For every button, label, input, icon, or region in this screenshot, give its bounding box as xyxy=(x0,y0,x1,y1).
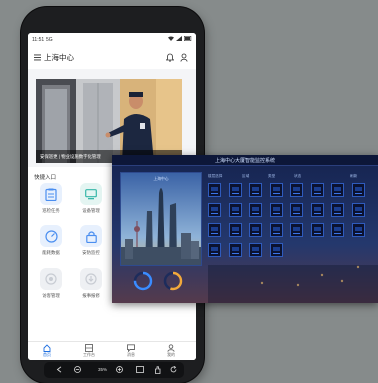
device-icon xyxy=(80,183,102,205)
gauge-chart-2 xyxy=(163,271,183,291)
device-monitor-tile[interactable] xyxy=(249,223,262,237)
device-monitor-tile[interactable] xyxy=(208,183,221,197)
device-monitor-tile[interactable] xyxy=(269,203,283,217)
device-monitor-tile[interactable] xyxy=(351,223,365,237)
system-nav-bar: 35% xyxy=(44,362,184,378)
app-header: 上海中心 xyxy=(28,47,196,69)
tile-security-monitoring[interactable]: 安防监控 xyxy=(76,225,106,256)
device-monitor-tile[interactable] xyxy=(228,243,242,257)
nav-workbench[interactable]: 工作台 xyxy=(74,344,104,358)
dashboard-title: 上海中心大厦智能监控系统 xyxy=(214,158,275,164)
device-monitor-tile[interactable] xyxy=(228,203,242,217)
status-time: 11:51 xyxy=(32,37,45,43)
tile-label: 访客管理 xyxy=(42,293,60,298)
skyline-image xyxy=(121,173,201,265)
screen-icon[interactable] xyxy=(136,366,144,373)
nav-home[interactable]: 首页 xyxy=(32,344,62,358)
nav-label: 首页 xyxy=(43,352,51,357)
device-monitor-tile[interactable] xyxy=(249,183,262,197)
tile-label: 安防监控 xyxy=(82,250,100,255)
tile-label: 能耗数据 xyxy=(42,250,60,255)
device-monitor-tile[interactable] xyxy=(228,183,242,197)
tile-device-management[interactable]: 设备管理 xyxy=(76,183,106,214)
back-icon[interactable] xyxy=(56,366,63,373)
filter-floor[interactable]: 楼层选择 xyxy=(208,174,222,179)
signal-icon xyxy=(176,36,182,41)
person-icon xyxy=(167,344,175,352)
plus-icon[interactable] xyxy=(116,366,123,373)
monitoring-dashboard: 上海中心大厦智能监控系统 上海中心 楼层选择 区域 类型 状态 刷新 xyxy=(112,155,378,303)
hero-caption: 安保巡更 | 物业设施数字化管理 xyxy=(40,154,101,159)
device-monitor-tile[interactable] xyxy=(310,203,324,217)
status-bar: 11:51 5G xyxy=(28,33,196,47)
bell-icon[interactable] xyxy=(166,53,174,62)
building-panel[interactable]: 上海中心 xyxy=(120,172,202,266)
visitor-icon xyxy=(40,268,62,290)
dashboard-header: 上海中心大厦智能监控系统 xyxy=(112,155,378,166)
device-monitor-tile[interactable] xyxy=(331,183,344,197)
device-monitor-tile[interactable] xyxy=(208,223,221,237)
grid-icon xyxy=(85,344,93,352)
tile-inspection-tasks[interactable]: 巡检任务 xyxy=(36,183,66,214)
filter-area[interactable]: 区域 xyxy=(242,174,249,179)
hero-banner[interactable]: 安保巡更 | 物业设施数字化管理 xyxy=(36,79,182,163)
hand-icon[interactable] xyxy=(154,366,161,374)
download-icon xyxy=(80,268,102,290)
device-monitor-tile[interactable] xyxy=(331,223,344,237)
device-monitor-tile[interactable] xyxy=(269,183,283,197)
chat-icon xyxy=(127,344,135,352)
nav-label: 消息 xyxy=(127,352,135,357)
rotate-icon[interactable] xyxy=(170,366,177,373)
profile-icon[interactable] xyxy=(180,53,188,62)
lock-icon xyxy=(80,225,102,247)
clipboard-icon xyxy=(40,183,62,205)
battery-icon xyxy=(184,36,192,41)
building-label: 上海中心 xyxy=(153,177,169,181)
device-monitor-tile[interactable] xyxy=(351,203,365,217)
tile-label: 设备管理 xyxy=(82,208,100,213)
filter-refresh[interactable]: 刷新 xyxy=(350,174,357,179)
device-monitor-tile[interactable] xyxy=(269,223,283,237)
device-monitor-tile[interactable] xyxy=(310,223,324,237)
device-monitor-tile[interactable] xyxy=(310,183,324,197)
filter-type[interactable]: 类型 xyxy=(268,174,275,179)
nav-messages[interactable]: 消息 xyxy=(116,344,146,358)
nav-mine[interactable]: 我的 xyxy=(156,344,186,358)
zoom-level: 35% xyxy=(98,367,108,372)
menu-icon[interactable] xyxy=(34,54,41,61)
device-monitor-tile[interactable] xyxy=(290,183,303,197)
device-monitor-tile[interactable] xyxy=(269,243,283,257)
device-monitor-tile[interactable] xyxy=(249,243,262,257)
minus-icon[interactable] xyxy=(74,366,81,373)
device-monitor-tile[interactable] xyxy=(290,203,303,217)
home-icon xyxy=(43,344,51,352)
tile-energy-data[interactable]: 能耗数据 xyxy=(36,225,66,256)
tile-visitor-management[interactable]: 访客管理 xyxy=(36,268,66,299)
filter-status[interactable]: 状态 xyxy=(294,174,301,179)
bottom-nav: 首页 工作台 消息 我的 xyxy=(28,341,196,360)
device-monitor-tile[interactable] xyxy=(228,223,242,237)
status-icons xyxy=(168,36,192,41)
network-indicator: 5G xyxy=(46,37,53,43)
device-monitor-tile[interactable] xyxy=(351,183,365,197)
device-monitor-tile[interactable] xyxy=(331,203,344,217)
nav-label: 工作台 xyxy=(83,352,95,357)
device-monitor-tile[interactable] xyxy=(249,203,262,217)
device-monitor-tile[interactable] xyxy=(208,203,221,217)
tile-repair-report[interactable]: 报事报修 xyxy=(76,268,106,299)
device-monitor-tile[interactable] xyxy=(208,243,221,257)
quick-section-title: 快捷入口 xyxy=(34,175,57,181)
tile-label: 报事报修 xyxy=(82,293,100,298)
wifi-icon xyxy=(168,36,174,41)
app-title: 上海中心 xyxy=(44,53,74,62)
nav-label: 我的 xyxy=(167,352,175,357)
gauge-icon xyxy=(40,225,62,247)
device-monitor-tile[interactable] xyxy=(290,223,303,237)
tile-label: 巡检任务 xyxy=(42,208,60,213)
gauge-chart-1 xyxy=(133,271,153,291)
